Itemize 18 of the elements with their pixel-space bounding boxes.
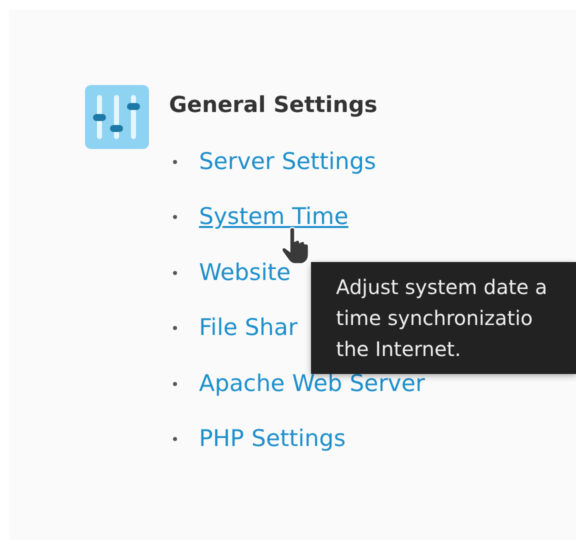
bullet-icon	[173, 215, 177, 220]
sliders-icon	[85, 85, 149, 149]
settings-link[interactable]: PHP Settings	[199, 426, 346, 452]
hand-cursor-icon	[281, 226, 311, 264]
bullet-icon	[173, 382, 177, 386]
settings-link[interactable]: Apache Web Server	[199, 370, 425, 397]
settings-link[interactable]: System Time	[199, 204, 348, 230]
settings-link[interactable]: Website	[199, 260, 291, 286]
tooltip-text: time synchronizatio	[336, 305, 534, 332]
bullet-icon	[173, 160, 177, 164]
settings-link[interactable]: File Shar	[199, 315, 298, 342]
bullet-icon	[173, 270, 177, 275]
section-title: General Settings	[169, 93, 378, 118]
bullet-icon	[173, 437, 177, 442]
bullet-icon	[173, 326, 177, 330]
tooltip-text: Adjust system date a	[336, 274, 548, 301]
settings-link[interactable]: Server Settings	[199, 148, 376, 175]
tooltip-text: the Internet.	[336, 336, 462, 363]
